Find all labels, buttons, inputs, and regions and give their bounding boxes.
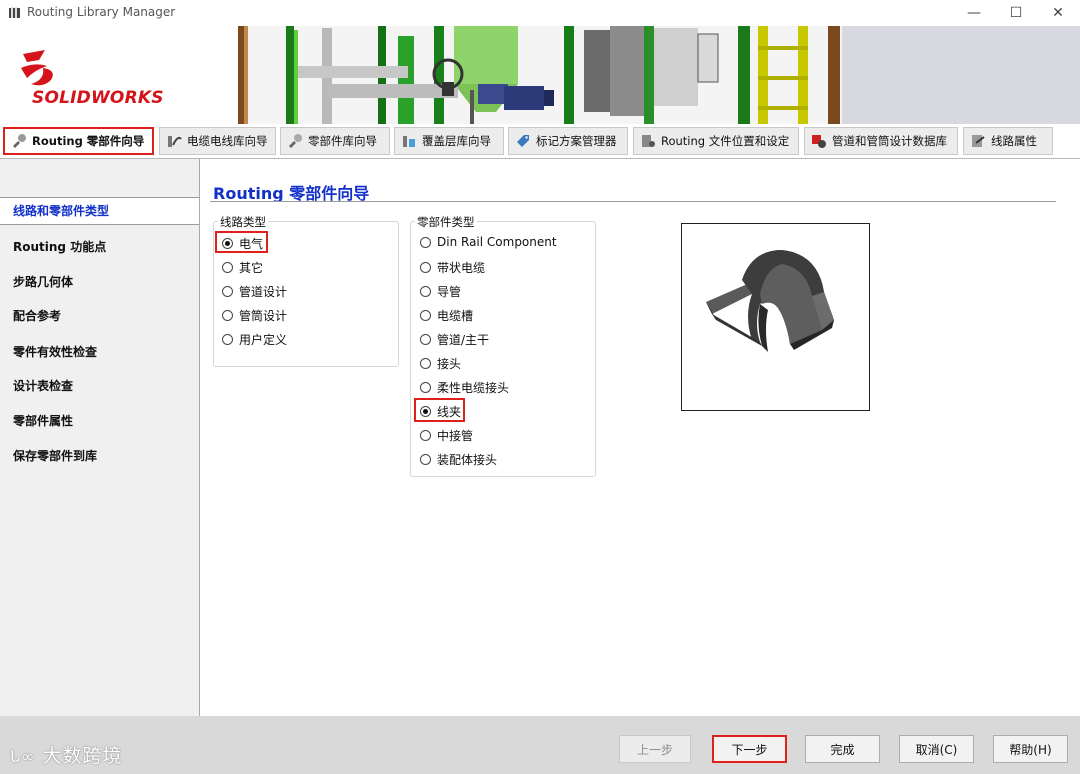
tab-label: 标记方案管理器 [536, 134, 617, 148]
back-button[interactable]: 上一步 [619, 735, 691, 763]
electrical-highlight-box [215, 231, 268, 253]
radio[interactable] [222, 286, 233, 297]
radio[interactable] [420, 430, 431, 441]
option-label: 管道/主干 [437, 333, 490, 347]
component-option-conduit[interactable]: 导管 [420, 283, 461, 300]
radio[interactable] [420, 382, 431, 393]
tab-cable-library-wizard[interactable]: 电缆电线库向导 [159, 127, 276, 155]
maximize-button[interactable]: ☐ [996, 0, 1036, 26]
tab-label: 零部件库向导 [308, 134, 377, 148]
pipe-fitting-icon [13, 134, 26, 148]
tab-label: 覆盖层库向导 [422, 134, 491, 148]
window-title: Routing Library Manager [27, 5, 176, 19]
watermark-logo-icon: ᒐ∞ [10, 747, 36, 766]
option-label: 柔性电缆接头 [437, 381, 510, 395]
component-option-connector[interactable]: 接头 [420, 355, 461, 372]
tab-component-library-wizard[interactable]: 零部件库向导 [280, 127, 390, 155]
tab-label: Routing 零部件向导 [32, 134, 145, 148]
covering-library-icon [403, 136, 415, 147]
route-type-option-other[interactable]: 其它 [222, 259, 263, 276]
nav-item-mate-references[interactable]: 配合参考 [13, 307, 61, 324]
radio[interactable] [420, 358, 431, 369]
nav-item-routing-points[interactable]: Routing 功能点 [13, 238, 106, 255]
tab-routing-file-settings[interactable]: Routing 文件位置和设定 [633, 127, 799, 155]
route-type-label: 线路类型 [218, 214, 268, 230]
nav-item-component-properties[interactable]: 零部件属性 [13, 412, 73, 429]
tab-label: 管道和管筒设计数据库 [832, 134, 947, 148]
tab-routing-component-wizard[interactable]: Routing 零部件向导 [3, 127, 154, 155]
route-properties-icon [972, 135, 985, 147]
radio[interactable] [420, 286, 431, 297]
component-type-label: 零部件类型 [415, 214, 477, 230]
radio[interactable] [420, 334, 431, 345]
radio[interactable] [420, 454, 431, 465]
close-button[interactable]: ✕ [1038, 0, 1078, 26]
option-label: Din Rail Component [437, 235, 557, 249]
nav-item-route-component-type[interactable]: 线路和零部件类型 [13, 202, 109, 219]
cancel-button[interactable]: 取消(C) [899, 735, 974, 763]
cable-library-icon [168, 136, 182, 147]
watermark-text: ᒐ∞ 大数跨境 [10, 741, 122, 768]
option-label: 管筒设计 [239, 309, 288, 323]
route-type-option-tubing[interactable]: 管筒设计 [222, 307, 287, 324]
solidworks-logo: SOLIDWORKS [32, 88, 164, 108]
tab-label: Routing 文件位置和设定 [661, 134, 790, 148]
component-option-pipe-trunk[interactable]: 管道/主干 [420, 331, 489, 348]
component-option-ribbon-cable[interactable]: 带状电缆 [420, 259, 485, 276]
option-label: 中接管 [437, 429, 474, 443]
file-settings-icon [642, 135, 655, 147]
left-nav: 线路和零部件类型 Routing 功能点 步路几何体 配合参考 零件有效性检查 … [0, 159, 200, 716]
component-preview [681, 223, 870, 411]
tab-tag-scheme-manager[interactable]: 标记方案管理器 [508, 127, 628, 155]
database-icon [812, 135, 826, 148]
tab-route-properties[interactable]: 线路属性 [963, 127, 1053, 155]
option-label: 管道设计 [239, 285, 288, 299]
app-icon [9, 7, 20, 18]
logo-brand-bold: SOLID [32, 88, 91, 108]
radio[interactable] [420, 236, 431, 248]
tab-label: 线路属性 [991, 134, 1037, 148]
route-type-option-piping[interactable]: 管道设计 [222, 283, 287, 300]
logo-brand-rest: WORKS [90, 88, 164, 108]
minimize-button[interactable]: — [954, 0, 994, 26]
radio[interactable] [222, 310, 233, 321]
component-option-cable-tray[interactable]: 电缆槽 [420, 307, 473, 324]
nav-item-save-to-library[interactable]: 保存零部件到库 [13, 447, 97, 464]
next-button[interactable]: 下一步 [712, 735, 787, 763]
tab-piping-database[interactable]: 管道和管筒设计数据库 [804, 127, 958, 155]
option-label: 带状电缆 [437, 261, 486, 275]
finish-button[interactable]: 完成 [805, 735, 880, 763]
tab-covering-library-wizard[interactable]: 覆盖层库向导 [394, 127, 504, 155]
option-label: 电缆槽 [437, 309, 474, 323]
option-label: 接头 [437, 357, 462, 371]
cable-clip-preview-icon [706, 250, 834, 352]
component-option-din-rail[interactable]: Din Rail Component [420, 235, 557, 249]
option-label: 导管 [437, 285, 462, 299]
radio[interactable] [420, 310, 431, 321]
clip-highlight-box [414, 398, 465, 422]
tab-label: 电缆电线库向导 [187, 134, 268, 148]
help-button[interactable]: 帮助(H) [993, 735, 1068, 763]
tag-scheme-icon [517, 135, 529, 147]
component-option-flex-cable-connector[interactable]: 柔性电缆接头 [420, 379, 509, 396]
title-bar: Routing Library Manager — ☐ ✕ [0, 0, 1080, 26]
component-option-coupling[interactable]: 中接管 [420, 427, 473, 444]
tab-strip: Routing 零部件向导 电缆电线库向导 零部件库向导 覆盖层库向导 标记方案… [0, 124, 1080, 159]
radio[interactable] [222, 334, 233, 345]
option-label: 用户定义 [239, 333, 288, 347]
title-divider-shadow [210, 202, 1056, 203]
industrial-illustration [238, 26, 1080, 124]
route-type-option-user-defined[interactable]: 用户定义 [222, 331, 287, 348]
component-library-icon [289, 134, 302, 148]
nav-item-route-geometry[interactable]: 步路几何体 [13, 273, 73, 290]
banner: SOLIDWORKS [0, 26, 1080, 124]
radio[interactable] [222, 262, 233, 273]
radio[interactable] [420, 262, 431, 273]
component-option-assembly-connector[interactable]: 装配体接头 [420, 451, 497, 468]
nav-item-part-validity-check[interactable]: 零件有效性检查 [13, 343, 97, 360]
watermark-label: 大数跨境 [42, 745, 123, 767]
option-label: 装配体接头 [437, 453, 498, 467]
option-label: 其它 [239, 261, 264, 275]
nav-item-design-table-check[interactable]: 设计表检查 [13, 377, 73, 394]
